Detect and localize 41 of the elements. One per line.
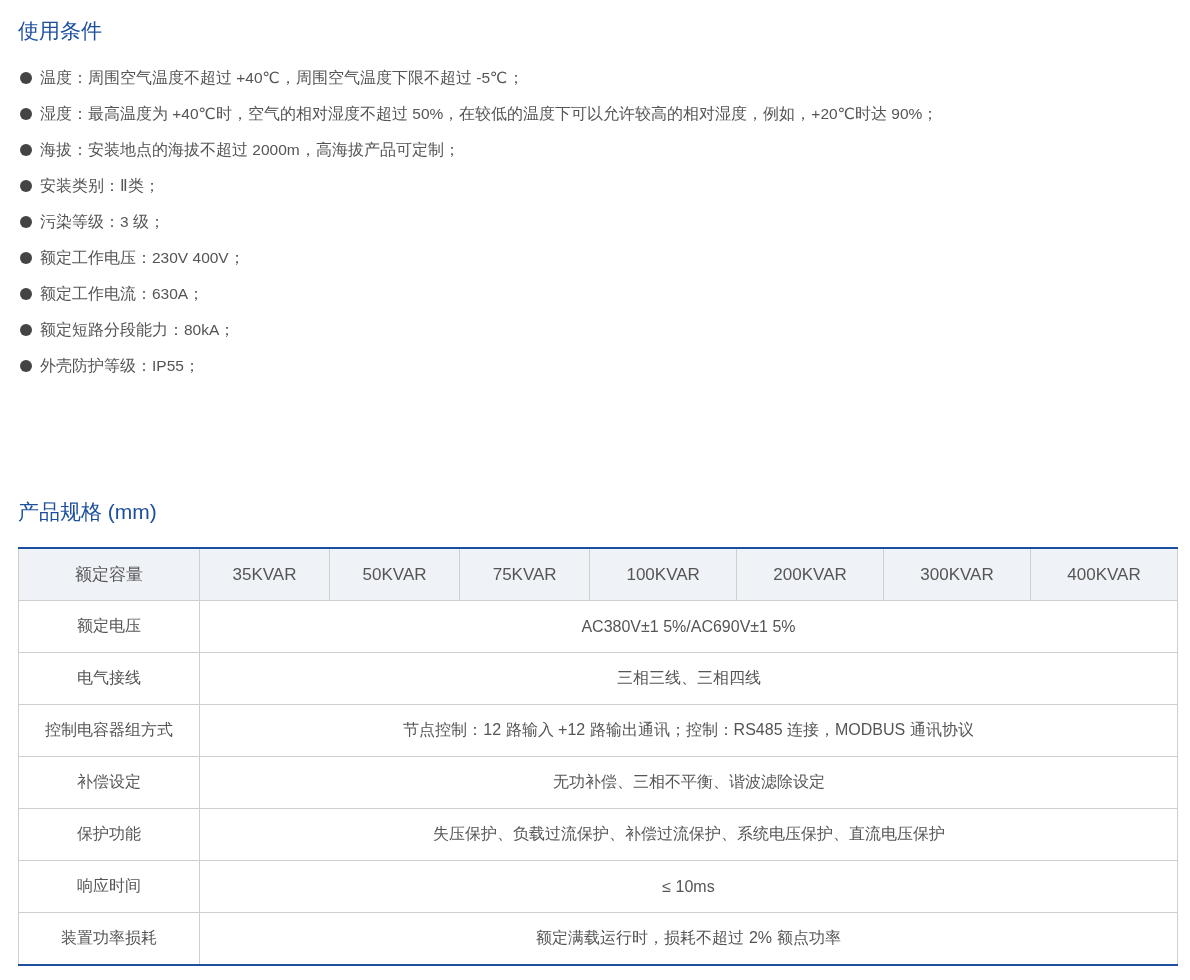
header-cell: 75KVAR — [459, 548, 590, 601]
header-cell: 200KVAR — [736, 548, 884, 601]
table-cell: 响应时间 — [18, 860, 200, 913]
bullet-icon — [20, 252, 32, 264]
bullet-icon — [20, 144, 32, 156]
condition-text: 污染等级：3 级； — [40, 211, 165, 232]
bullet-icon — [20, 324, 32, 336]
table-cell: 补偿设定 — [18, 756, 200, 809]
header-cell: 400KVAR — [1030, 548, 1178, 601]
table-cell: ≤ 10ms — [199, 860, 1178, 913]
condition-text: 湿度：最高温度为 +40℃时，空气的相对湿度不超过 50%，在较低的温度下可以允许较高的相对湿度，例如，+20℃时达 90%； — [40, 103, 939, 124]
header-cell: 300KVAR — [883, 548, 1031, 601]
table-cell: 三相三线、三相四线 — [199, 652, 1178, 705]
header-cell: 额定容量 — [18, 548, 200, 601]
section-title: 产品规格 (mm) — [18, 499, 158, 525]
bullet-icon — [20, 72, 32, 84]
condition-text: 额定工作电压：230V 400V； — [40, 247, 245, 268]
condition-text: 额定工作电流：630A； — [40, 283, 205, 304]
header-cell: 50KVAR — [329, 548, 460, 601]
table-cell: AC380V±1 5%/AC690V±1 5% — [199, 600, 1178, 653]
table-cell: 额定电压 — [18, 600, 200, 653]
table-cell: 失压保护、负载过流保护、补偿过流保护、系统电压保护、直流电压保护 — [199, 808, 1178, 861]
table-cell: 保护功能 — [18, 808, 200, 861]
bullet-icon — [20, 180, 32, 192]
bullet-icon — [20, 360, 32, 372]
table-cell: 控制电容器组方式 — [18, 704, 200, 757]
condition-text: 额定短路分段能力：80kA； — [40, 319, 236, 340]
condition-text: 安装类别：Ⅱ类； — [40, 175, 160, 196]
header-cell: 100KVAR — [589, 548, 737, 601]
bullet-icon — [20, 288, 32, 300]
table-cell: 节点控制：12 路输入 +12 路输出通讯；控制：RS485 连接，MODBUS 通讯协议 — [199, 704, 1178, 757]
condition-text: 外壳防护等级：IP55； — [40, 355, 200, 376]
bullet-icon — [20, 108, 32, 120]
condition-text: 温度：周围空气温度不超过 +40℃，周围空气温度下限不超过 -5℃； — [40, 67, 524, 88]
table-cell: 装置功率损耗 — [18, 912, 200, 965]
table-cell: 电气接线 — [18, 652, 200, 705]
section-title: 使用条件 — [18, 18, 103, 44]
bullet-icon — [20, 216, 32, 228]
table-cell: 无功补偿、三相不平衡、谐波滤除设定 — [199, 756, 1178, 809]
header-cell: 35KVAR — [199, 548, 330, 601]
condition-text: 海拔：安装地点的海拔不超过 2000m，高海拔产品可定制； — [40, 139, 460, 160]
